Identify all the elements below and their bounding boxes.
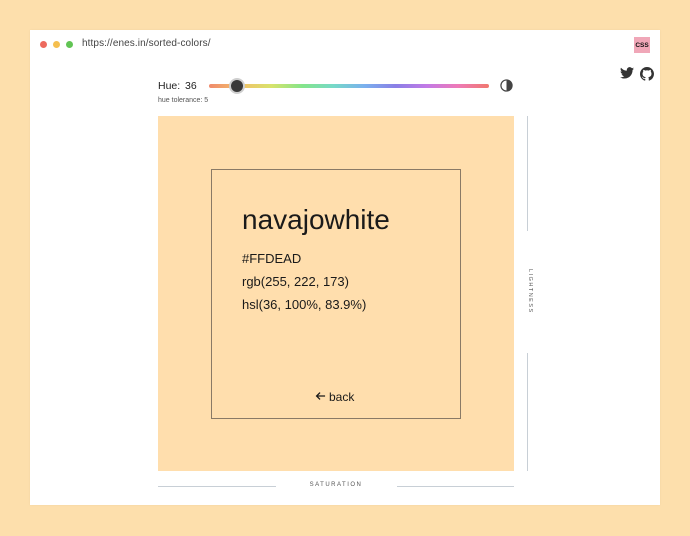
color-details-card: navajowhite #FFDEAD rgb(255, 222, 173) h…: [211, 169, 461, 419]
hue-tolerance-text: hue tolerance: 5: [158, 97, 209, 104]
twitter-icon[interactable]: [620, 67, 634, 81]
color-swatch: navajowhite #FFDEAD rgb(255, 222, 173) h…: [158, 116, 514, 471]
arrow-left-icon: [315, 390, 326, 404]
lightness-axis-line: [527, 353, 528, 471]
minimize-window-dot[interactable]: [53, 41, 60, 48]
social-links: [620, 67, 654, 81]
browser-window: https://enes.in/sorted-colors/ CSS Hue: …: [30, 30, 660, 505]
css-badge-icon[interactable]: CSS: [634, 37, 650, 53]
browser-titlebar: https://enes.in/sorted-colors/ CSS: [30, 30, 660, 60]
hue-slider-thumb[interactable]: [229, 78, 245, 94]
github-icon[interactable]: [640, 67, 654, 81]
url-text[interactable]: https://enes.in/sorted-colors/: [82, 38, 211, 49]
color-hex-value: #FFDEAD: [242, 251, 302, 266]
lightness-axis: LIGHTNESS: [527, 116, 533, 471]
lightness-axis-label: LIGHTNESS: [527, 269, 533, 314]
color-name: navajowhite: [242, 204, 390, 235]
saturation-axis-label: SATURATION: [309, 482, 363, 488]
hue-label: Hue:: [158, 80, 181, 92]
contrast-icon[interactable]: [500, 79, 513, 97]
back-label: back: [329, 390, 355, 404]
saturation-axis: SATURATION: [158, 482, 514, 492]
color-rgb-value: rgb(255, 222, 173): [242, 274, 349, 289]
hue-value: 36: [185, 80, 197, 92]
maximize-window-dot[interactable]: [66, 41, 73, 48]
color-hsl-value: hsl(36, 100%, 83.9%): [242, 297, 367, 312]
back-link[interactable]: back: [315, 390, 354, 404]
lightness-axis-line: [527, 116, 528, 231]
close-window-dot[interactable]: [40, 41, 47, 48]
hue-slider[interactable]: [209, 84, 489, 88]
hue-control: Hue: 36: [158, 78, 518, 94]
saturation-axis-line: [397, 486, 514, 487]
